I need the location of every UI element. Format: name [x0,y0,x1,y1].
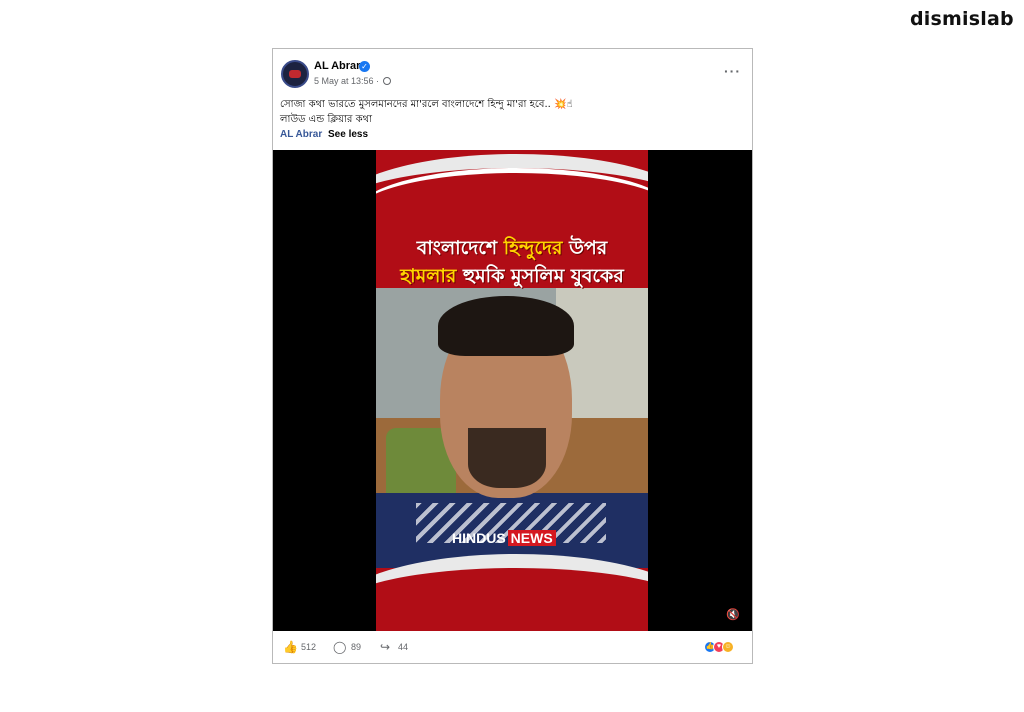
video-player[interactable]: বাংলাদেশে হিন্দুদের উপর হামলার হুমকি মুস… [273,150,752,631]
share-button[interactable]: ↪ 44 [380,640,408,654]
headline-2-yellow: হামলার [400,265,457,287]
see-less-link[interactable]: See less [328,129,368,140]
video-thumbnail: বাংলাদেশে হিন্দুদের উপর হামলার হুমকি মুস… [376,150,648,631]
facebook-post: AL Abrar ✓ 5 May at 13:56 · ··· সোজা কথা… [272,48,753,664]
watermark-left: HINDUS [452,530,506,546]
photo-hair [438,296,574,356]
speaker-muted-icon[interactable]: 🔇 [726,608,740,621]
thumbnail-headline-2: হামলার হুমকি মুসলিম যুবকের [376,262,648,294]
post-caption: সোজা কথা ভারতে মুসলমানদের মা'রলে বাংলাদে… [280,97,745,127]
share-count: 44 [398,642,409,652]
caption-line-2: লাউড এন্ড ক্লিয়ার কথা [280,114,372,125]
caption-line-1: সোজা কথা ভারতে মুসলমানদের মা'রলে বাংলাদে… [280,99,573,110]
caption-author-link[interactable]: AL Abrar [280,129,322,140]
share-arrow-icon: ↪ [380,640,391,654]
photo-beard [468,428,546,488]
reaction-summary[interactable]: 👍 ♥ ☺ [704,641,744,653]
thumbs-up-icon: 👍 [283,640,298,654]
globe-icon [383,77,391,85]
headline-2-white: হুমকি মুসলিম যুবকের [456,265,624,287]
more-options-icon[interactable]: ··· [724,63,741,79]
post-footer: 👍 512 ◯ 89 ↪ 44 👍 ♥ ☺ [273,631,752,663]
page-avatar[interactable] [281,60,309,88]
caption-meta: AL Abrar See less [280,129,368,140]
dismislab-logo: dismislab [910,8,1014,30]
post-header: AL Abrar ✓ 5 May at 13:56 · ··· [273,49,752,101]
like-button[interactable]: 👍 512 [283,640,316,654]
comment-button[interactable]: ◯ 89 [333,640,361,654]
page-name-link[interactable]: AL Abrar [314,60,360,72]
video-photo [376,288,648,568]
comment-bubble-icon: ◯ [333,640,347,654]
headline-1-yellow: হিন্দুদের [503,237,563,259]
care-reaction-icon: ☺ [722,641,734,653]
post-timestamp[interactable]: 5 May at 13:56 · [314,76,379,86]
screenshot-page: dismislab AL Abrar ✓ 5 May at 13:56 · ··… [0,0,1024,712]
comment-count: 89 [351,642,362,652]
like-count: 512 [301,642,317,652]
hindus-news-watermark: HINDUS NEWS [452,530,556,546]
headline-1-white: বাংলাদেশে [416,237,504,259]
headline-1-tail: উপর [562,237,608,259]
avatar-logo [289,70,301,78]
watermark-right: NEWS [507,530,556,546]
thumbnail-swoosh-bottom [376,554,648,631]
verified-badge-icon: ✓ [359,61,370,72]
